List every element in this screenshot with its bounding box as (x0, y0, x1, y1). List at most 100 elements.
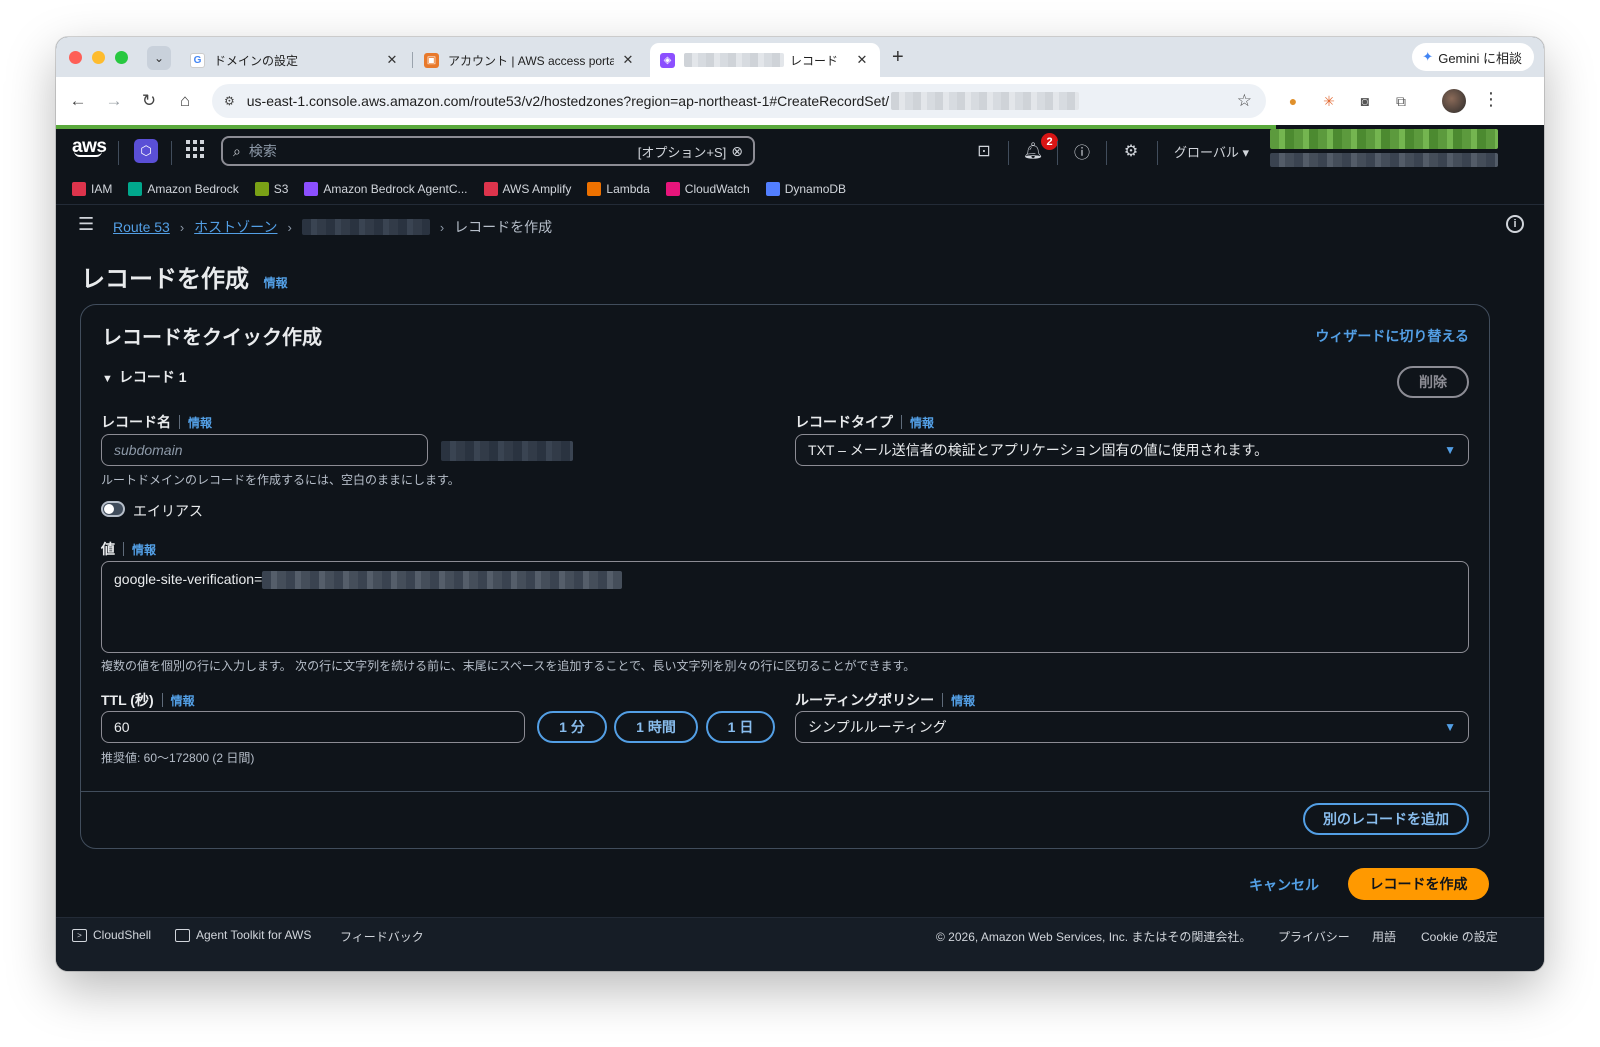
cancel-button[interactable]: キャンセル (1249, 875, 1319, 895)
minimize-window-button[interactable] (92, 51, 105, 64)
tab-close-icon[interactable]: ✕ (854, 52, 870, 68)
redacted-text (891, 92, 1080, 110)
chevron-right-icon: › (439, 219, 445, 235)
favorite-iam[interactable]: IAM (72, 181, 112, 196)
extension-sun-icon[interactable]: ✳ (1318, 90, 1340, 112)
close-window-button[interactable] (69, 51, 82, 64)
s3-icon (254, 181, 269, 196)
alias-toggle[interactable] (101, 501, 125, 517)
home-icon[interactable]: ⌂ (173, 89, 197, 113)
ttl-1-hour-button[interactable]: 1 時間 (614, 711, 698, 743)
browser-window: ⌄ G ドメインの設定 ✕ ▣ アカウント | AWS access porta… (56, 37, 1544, 971)
more-menu-icon[interactable]: ⋮ (1482, 89, 1500, 110)
label-text: 値 (101, 541, 115, 557)
cloudshell-icon: > (72, 928, 87, 942)
console-footer: > CloudShell Agent Toolkit for AWS フィードバッ… (56, 917, 1544, 971)
delete-button[interactable]: 削除 (1397, 366, 1469, 398)
aws-logo[interactable]: aws (72, 136, 107, 157)
label-text: レコードタイプ (795, 414, 893, 430)
gemini-button[interactable]: ✦ Gemini に相談 (1412, 43, 1534, 71)
favorites-bar: IAM Amazon Bedrock S3 Amazon Bedrock Age… (56, 173, 1544, 205)
footer-agent-toolkit[interactable]: Agent Toolkit for AWS (175, 928, 311, 942)
breadcrumb-hosted-zones[interactable]: ホストゾーン (194, 217, 277, 237)
routing-policy-info-link[interactable]: 情報 (951, 694, 975, 708)
record-type-info-link[interactable]: 情報 (910, 416, 934, 430)
record-name-info-link[interactable]: 情報 (188, 416, 212, 430)
ttl-1-minute-button[interactable]: 1 分 (537, 711, 607, 743)
chevron-right-icon: › (179, 219, 185, 235)
gemini-sparkle-icon: ✦ (1422, 49, 1434, 64)
region-selector[interactable]: グローバル ▾ (1174, 142, 1249, 161)
redacted-account-id (1270, 153, 1498, 167)
footer-terms[interactable]: 用語 (1372, 928, 1396, 945)
create-records-button[interactable]: レコードを作成 (1348, 868, 1489, 900)
footer-privacy[interactable]: プライバシー (1278, 928, 1350, 945)
settings-gear-icon[interactable]: ⚙ (1119, 139, 1143, 163)
footer-feedback[interactable]: フィードバック (340, 928, 424, 945)
value-textarea[interactable]: google-site-verification= (101, 561, 1469, 653)
label-text: ルーティングポリシー (795, 692, 935, 708)
tab-aws-access-portal[interactable]: ▣ アカウント | AWS access porta ✕ (414, 43, 646, 77)
caret-down-icon: ▼ (102, 373, 113, 385)
ttl-input[interactable]: 60 (101, 711, 525, 743)
breadcrumb-route53[interactable]: Route 53 (113, 219, 170, 235)
value-hint: 複数の値を個別の行に入力します。 次の行に文字列を続ける前に、末尾にスペースを追… (101, 659, 916, 673)
toolkit-icon (175, 928, 190, 942)
tab-close-icon[interactable]: ✕ (620, 52, 636, 68)
favorite-bedrock-agentcore[interactable]: Amazon Bedrock AgentC... (304, 181, 468, 196)
account-menu[interactable] (1270, 129, 1498, 169)
add-another-record-button[interactable]: 別のレコードを追加 (1303, 803, 1469, 835)
console-search-input[interactable]: ⌕ 検索 [オプション+S] ⊗ (221, 136, 755, 166)
tab-search-chevron-icon[interactable]: ⌄ (147, 46, 171, 70)
search-assistant-icon: ⊗ (731, 142, 743, 159)
switch-to-wizard-link[interactable]: ウィザードに切り替える (1315, 326, 1469, 346)
services-grid-icon[interactable] (186, 140, 204, 158)
new-tab-button[interactable]: + (892, 46, 904, 68)
footer-label: CloudShell (93, 928, 152, 942)
favorite-bedrock[interactable]: Amazon Bedrock (128, 181, 239, 196)
value-text: google-site-verification= (114, 571, 263, 587)
routing-policy-select[interactable]: シンプルルーティング ▼ (795, 711, 1469, 743)
side-nav-menu-icon[interactable]: ☰ (78, 214, 94, 235)
camera-icon[interactable]: ◙ (1354, 90, 1376, 112)
label-text: TTL (秒) (101, 692, 154, 708)
favorite-lambda[interactable]: Lambda (587, 181, 650, 196)
cloudshell-icon[interactable]: ⊡ (972, 139, 996, 163)
profile-avatar[interactable] (1442, 89, 1466, 113)
record-1-expander[interactable]: ▼ レコード 1 (102, 367, 187, 387)
help-icon[interactable]: ⓘ (1070, 139, 1094, 163)
site-settings-icon[interactable]: ⚙ (224, 94, 235, 108)
tab-create-record[interactable]: ◈ レコード ✕ (650, 43, 880, 77)
amplify-icon (483, 181, 498, 196)
footer-cookie-settings[interactable]: Cookie の設定 (1421, 928, 1498, 945)
bedrock-icon (128, 181, 143, 196)
ttl-info-link[interactable]: 情報 (171, 694, 195, 708)
footer-cloudshell[interactable]: > CloudShell (72, 928, 151, 942)
record-name-input[interactable]: subdomain (101, 434, 428, 466)
nav-divider (171, 141, 172, 165)
maximize-window-button[interactable] (115, 51, 128, 64)
url-field[interactable]: ⚙ us-east-1.console.aws.amazon.com/route… (212, 84, 1266, 118)
record-type-select[interactable]: TXT – メール送信者の検証とアプリケーション固有の値に使用されます。 ▼ (795, 434, 1469, 466)
lambda-icon (587, 181, 602, 196)
forward-arrow-icon[interactable]: → (102, 89, 126, 113)
ttl-1-day-button[interactable]: 1 日 (706, 711, 775, 743)
tab-domain-settings[interactable]: G ドメインの設定 ✕ (180, 43, 410, 77)
routing-policy-value: シンプルルーティング (808, 719, 947, 735)
favorite-dynamodb[interactable]: DynamoDB (765, 181, 846, 196)
value-info-link[interactable]: 情報 (132, 543, 156, 557)
page-info-link[interactable]: 情報 (264, 276, 288, 290)
breadcrumb-hosted-zone-redacted[interactable] (301, 219, 430, 235)
info-panel-icon[interactable]: i (1506, 215, 1524, 233)
favorite-cloudwatch[interactable]: CloudWatch (665, 181, 750, 196)
favorite-s3[interactable]: S3 (254, 181, 288, 196)
bookmark-star-icon[interactable]: ☆ (1237, 91, 1252, 111)
extensions-puzzle-icon[interactable]: ⧉ (1390, 90, 1412, 112)
route53-service-icon[interactable]: ⬡ (134, 139, 158, 163)
tab-close-icon[interactable]: ✕ (384, 52, 400, 68)
favorite-amplify[interactable]: AWS Amplify (483, 181, 571, 196)
reload-icon[interactable]: ↻ (137, 89, 161, 113)
extension-hat-icon[interactable]: ● (1282, 90, 1304, 112)
favorite-label: Lambda (606, 181, 650, 196)
back-arrow-icon[interactable]: ← (66, 89, 90, 113)
